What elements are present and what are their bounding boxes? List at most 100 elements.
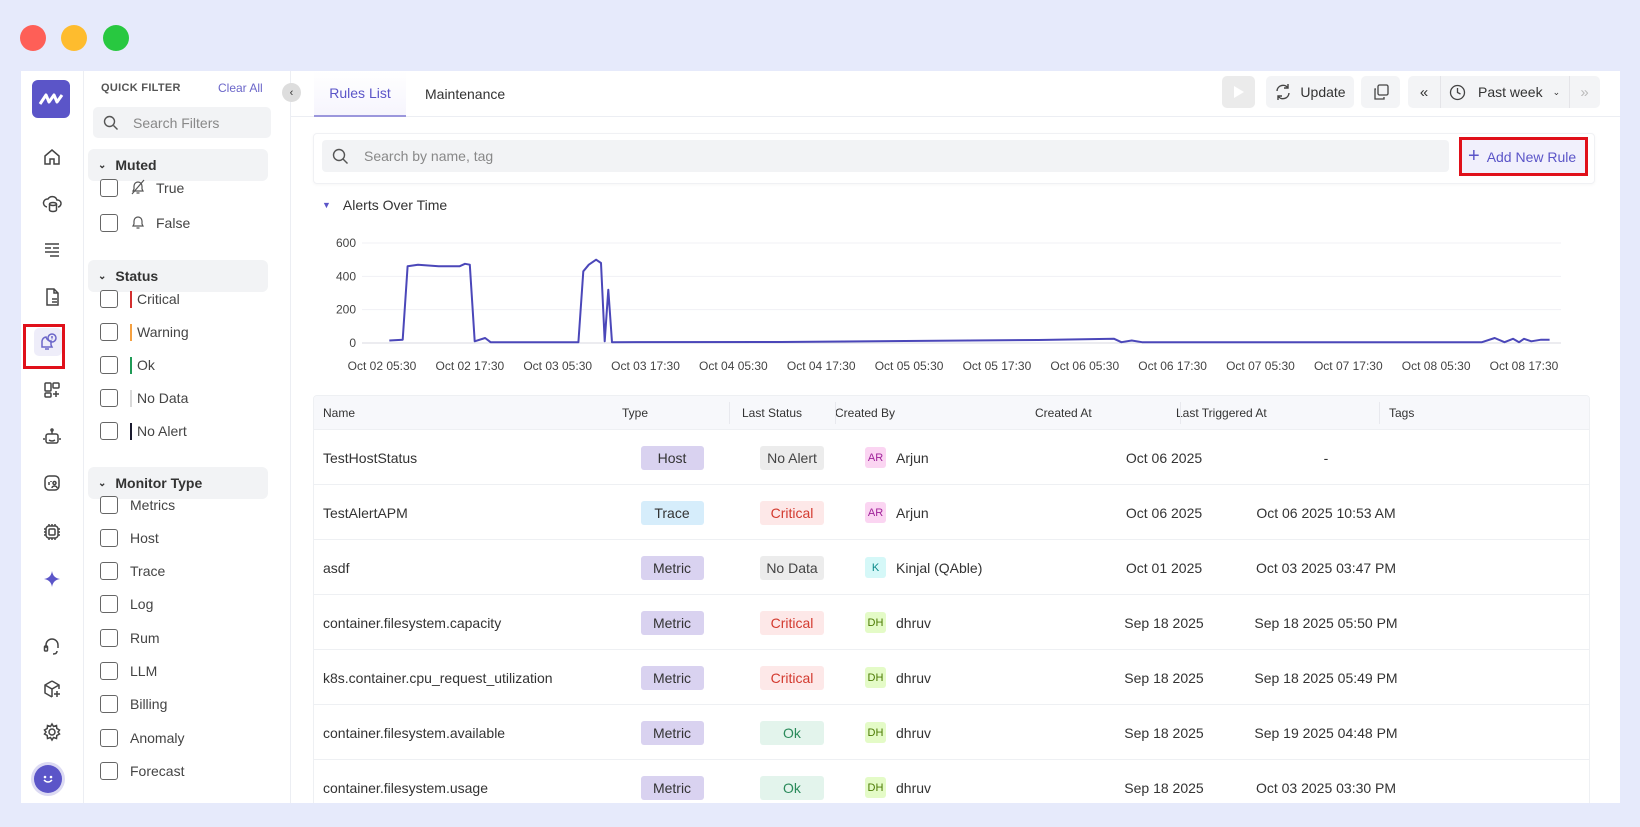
settings-icon: [43, 722, 61, 742]
column-header-tags[interactable]: Tags: [1389, 396, 1414, 430]
filter-option-rum[interactable]: Rum: [100, 627, 160, 649]
last-triggered-at: Oct 03 2025 03:30 PM: [1255, 779, 1397, 796]
sidebar-item-settings[interactable]: [40, 720, 64, 744]
maximize-window-button[interactable]: [103, 25, 129, 51]
checkbox[interactable]: [100, 695, 118, 713]
checkbox[interactable]: [100, 496, 118, 514]
checkbox[interactable]: [100, 422, 118, 440]
creator-avatar: AR: [865, 502, 886, 523]
x-tick-label: Oct 02 17:30: [435, 359, 504, 373]
checkbox[interactable]: [100, 662, 118, 680]
column-header-type[interactable]: Type: [622, 396, 648, 430]
status-badge: Critical: [760, 665, 824, 690]
status-badge: Critical: [760, 500, 824, 525]
filter-option-llm[interactable]: LLM: [100, 660, 157, 682]
status-cell: Critical: [760, 485, 824, 540]
type-badge: Metric: [640, 555, 704, 580]
column-separator: [729, 402, 730, 424]
rule-name[interactable]: container.filesystem.available: [323, 705, 505, 760]
table-row[interactable]: container.filesystem.available Metric Ok DH…: [314, 705, 1589, 760]
rule-name[interactable]: TestAlertAPM: [323, 485, 408, 540]
x-tick-label: Oct 02 05:30: [348, 359, 417, 373]
column-header-last-status[interactable]: Last Status: [742, 396, 802, 430]
rule-name[interactable]: container.filesystem.capacity: [323, 595, 501, 650]
x-tick-label: Oct 03 17:30: [611, 359, 680, 373]
rule-name[interactable]: asdf: [323, 540, 349, 595]
last-triggered-at: Oct 03 2025 03:47 PM: [1255, 559, 1397, 576]
type-badge: Metric: [640, 720, 704, 745]
y-tick-label: 200: [336, 303, 356, 317]
table-row[interactable]: asdf Metric No Data K Kinjal (QAble) Oct 01 2…: [314, 540, 1589, 595]
table-row[interactable]: TestHostStatus Host No Alert AR Arjun Oct 06 …: [314, 430, 1589, 485]
x-tick-label: Oct 04 05:30: [699, 359, 768, 373]
table-row[interactable]: container.filesystem.capacity Metric Criti…: [314, 595, 1589, 650]
column-header-last-triggered-at[interactable]: Last Triggered At: [1176, 396, 1267, 430]
type-cell: Metric: [640, 595, 704, 650]
close-window-button[interactable]: [20, 25, 46, 51]
sidebar-item-add-widget[interactable]: [40, 378, 64, 402]
add-package-icon: [44, 680, 60, 698]
chip-icon: [44, 524, 60, 540]
filter-option-anomaly[interactable]: Anomaly: [100, 727, 184, 749]
creator-avatar: DH: [865, 612, 886, 633]
status-color-indicator: [130, 422, 132, 440]
x-tick-label: Oct 08 17:30: [1490, 359, 1559, 373]
status-cell: Critical: [760, 595, 824, 650]
table-row[interactable]: container.filesystem.usage Metric Ok DH dhru…: [314, 760, 1589, 803]
last-triggered-at: Sep 18 2025 05:50 PM: [1254, 614, 1398, 631]
checkbox[interactable]: [100, 729, 118, 747]
type-cell: Trace: [640, 485, 704, 540]
column-header-created-at[interactable]: Created At: [1035, 396, 1092, 430]
rule-name[interactable]: TestHostStatus: [323, 430, 417, 485]
user-avatar[interactable]: [34, 765, 62, 793]
minimize-window-button[interactable]: [61, 25, 87, 51]
filter-option-label: Metrics: [130, 497, 176, 513]
filter-option-label: Anomaly: [130, 730, 185, 746]
x-tick-label: Oct 04 17:30: [787, 359, 856, 373]
last-triggered-at: Oct 06 2025 10:53 AM: [1256, 504, 1396, 521]
status-color-indicator: [130, 389, 132, 407]
filter-option-host[interactable]: Host: [100, 527, 159, 549]
creator-name: dhruv: [896, 614, 932, 631]
filter-option-metrics[interactable]: Metrics: [100, 494, 175, 516]
filter-option-label: LLM: [130, 663, 158, 679]
chevron-down-icon: ⌄: [98, 477, 107, 489]
filter-option-no-alert[interactable]: No Alert: [100, 420, 187, 442]
status-cell: Ok: [760, 705, 824, 760]
creator-name: Arjun: [896, 504, 929, 521]
filter-option-billing[interactable]: Billing: [100, 693, 167, 715]
sidebar-item-user-monitor[interactable]: [40, 471, 64, 495]
checkbox[interactable]: [100, 629, 118, 647]
type-badge: Metric: [640, 610, 704, 635]
checkbox[interactable]: [100, 529, 118, 547]
filter-option-log[interactable]: Log: [100, 593, 153, 615]
column-header-created-by[interactable]: Created By: [835, 396, 895, 430]
table-row[interactable]: TestAlertAPM Trace Critical AR Arjun Oct 06 2…: [314, 485, 1589, 540]
filter-option-trace[interactable]: Trace: [100, 560, 165, 582]
rule-name[interactable]: k8s.container.cpu_request_utilization: [323, 650, 553, 705]
created-by-cell: DH dhruv: [865, 705, 931, 760]
column-header-name[interactable]: Name: [323, 396, 355, 430]
x-tick-label: Oct 08 05:30: [1402, 359, 1471, 373]
sidebar-item-support-headset[interactable]: [40, 634, 64, 658]
checkbox[interactable]: [100, 562, 118, 580]
sidebar-item-add-package[interactable]: [40, 677, 64, 701]
sidebar-item-chip[interactable]: [40, 520, 64, 544]
filter-option-label: Host: [130, 530, 159, 546]
add-widget-icon: [44, 382, 60, 398]
rule-name[interactable]: container.filesystem.usage: [323, 760, 488, 803]
checkbox[interactable]: [100, 762, 118, 780]
table-row[interactable]: k8s.container.cpu_request_utilization Met…: [314, 650, 1589, 705]
x-tick-label: Oct 03 05:30: [523, 359, 592, 373]
created-by-cell: DH dhruv: [865, 650, 931, 705]
app-window: QUICK FILTER Clear All Search Filters ⌄ M…: [21, 71, 1620, 803]
type-badge: Metric: [640, 665, 704, 690]
filter-option-label: No Alert: [137, 423, 187, 439]
filter-option-no-data[interactable]: No Data: [100, 387, 188, 409]
sidebar-item-robot[interactable]: [40, 425, 64, 449]
filter-option-forecast[interactable]: Forecast: [100, 760, 184, 782]
checkbox[interactable]: [100, 595, 118, 613]
sidebar-item-ai-sparkle[interactable]: [40, 567, 64, 591]
checkbox[interactable]: [100, 389, 118, 407]
creator-avatar: K: [865, 557, 886, 578]
